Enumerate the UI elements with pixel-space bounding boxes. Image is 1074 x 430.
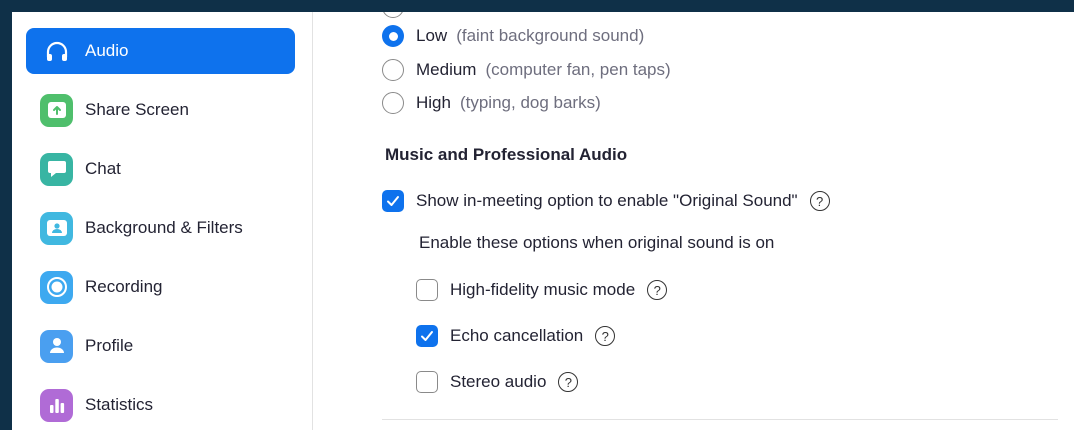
checkbox[interactable] [382,190,404,212]
option-label: Echo cancellation [450,326,584,345]
high-fidelity-option[interactable]: High-fidelity music mode ? [416,279,668,301]
sidebar-item-label: Background & Filters [85,218,243,237]
recording-icon [40,270,73,304]
sidebar-item-share-screen[interactable]: Share Screen [26,87,295,133]
radio-button[interactable] [382,25,404,47]
option-label: Medium [416,60,477,79]
noise-medium-option[interactable]: Medium (computer fan, pen taps) [382,59,671,81]
sidebar-item-label: Chat [85,159,121,178]
auto-radio[interactable] [382,12,404,18]
headphones-icon [40,35,73,68]
checkbox[interactable] [416,371,438,393]
sidebar-item-label: Audio [85,41,129,60]
stereo-audio-option[interactable]: Stereo audio ? [416,371,579,393]
checkbox[interactable] [416,279,438,301]
option-hint: (typing, dog barks) [459,93,601,112]
settings-sidebar: Audio Share Screen Chat Background & Fil… [12,12,313,430]
sidebar-item-chat[interactable]: Chat [26,146,295,192]
statistics-icon [40,388,73,422]
sidebar-item-label: Recording [85,277,163,296]
sidebar-item-recording[interactable]: Recording [26,264,295,310]
radio-button[interactable] [382,92,404,114]
option-label: Stereo audio [450,372,547,391]
sidebar-item-label: Share Screen [85,100,189,119]
checkmark-icon [387,196,399,206]
sidebar-item-audio[interactable]: Audio [26,28,295,74]
option-hint: (computer fan, pen taps) [485,60,671,79]
divider [382,419,1058,420]
original-sound-option[interactable]: Show in-meeting option to enable "Origin… [382,190,830,212]
help-icon[interactable]: ? [595,326,616,346]
original-sound-note: Enable these options when original sound… [419,233,775,252]
help-icon[interactable]: ? [558,372,579,392]
help-icon[interactable]: ? [809,191,830,211]
help-icon[interactable]: ? [647,280,668,300]
option-hint: (faint background sound) [456,26,645,45]
background-icon [40,211,73,245]
option-label: High-fidelity music mode [450,280,636,299]
section-title: Music and Professional Audio [385,145,628,164]
noise-high-option[interactable]: High (typing, dog barks) [382,92,601,114]
sidebar-item-label: Profile [85,336,134,355]
audio-settings-panel: Low (faint background sound) Medium (com… [314,12,1074,430]
option-label: High [416,93,451,112]
sidebar-item-label: Statistics [85,395,154,414]
share-screen-icon [40,93,73,127]
option-label: Low [416,26,448,45]
settings-window: Audio Share Screen Chat Background & Fil… [12,12,1074,430]
echo-cancellation-option[interactable]: Echo cancellation ? [416,325,616,347]
sidebar-item-profile[interactable]: Profile [26,323,295,369]
option-label: Show in-meeting option to enable "Origin… [416,191,798,210]
checkmark-icon [421,331,433,341]
noise-low-option[interactable]: Low (faint background sound) [382,25,644,47]
sidebar-item-statistics[interactable]: Statistics [26,382,295,428]
sidebar-item-background-filters[interactable]: Background & Filters [26,205,295,251]
profile-icon [40,329,73,363]
chat-icon [40,152,73,186]
checkbox[interactable] [416,325,438,347]
radio-button[interactable] [382,59,404,81]
